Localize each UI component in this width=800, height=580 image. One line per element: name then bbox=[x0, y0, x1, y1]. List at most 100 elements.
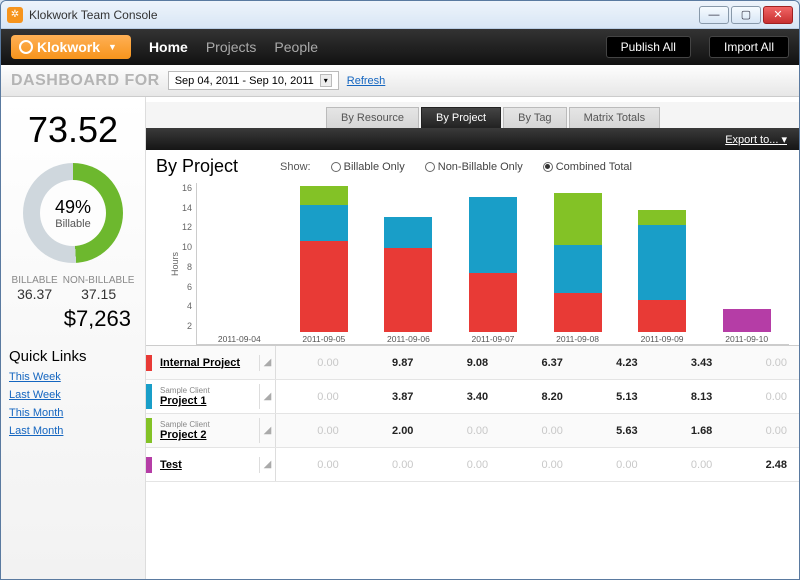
bar-segment bbox=[384, 217, 432, 248]
chevron-down-icon: ▾ bbox=[320, 74, 332, 87]
data-cell: 0.00 bbox=[724, 425, 799, 437]
bar-segment bbox=[469, 197, 517, 273]
expand-icon[interactable]: ◢ bbox=[260, 414, 276, 447]
bar-segment bbox=[469, 273, 517, 332]
table-row: Sample ClientProject 1◢0.003.873.408.205… bbox=[146, 380, 799, 414]
x-label: 2011-09-10 bbox=[725, 334, 768, 344]
total-money: $7,263 bbox=[15, 306, 131, 332]
data-cell: 0.00 bbox=[724, 391, 799, 403]
bar-segment bbox=[638, 225, 686, 300]
chart-subtitle: By Project bbox=[156, 156, 238, 177]
date-range-select[interactable]: Sep 04, 2011 - Sep 10, 2011 ▾ bbox=[168, 71, 339, 90]
titlebar[interactable]: ✲ Klokwork Team Console ― ▢ ✕ bbox=[1, 1, 799, 29]
x-label: 2011-09-07 bbox=[472, 334, 515, 344]
nav-home[interactable]: Home bbox=[149, 39, 188, 55]
project-name[interactable]: Project 2 bbox=[160, 429, 253, 441]
data-cell: 0.00 bbox=[425, 425, 500, 437]
close-button[interactable]: ✕ bbox=[763, 6, 793, 24]
y-axis-label: Hours bbox=[170, 252, 180, 276]
refresh-link[interactable]: Refresh bbox=[347, 75, 386, 87]
main-split: 73.52 49% Billable BILLABLE 36.37 NON-BI… bbox=[1, 97, 799, 579]
tab-by-project[interactable]: By Project bbox=[421, 107, 501, 128]
app-window: ✲ Klokwork Team Console ― ▢ ✕ Klokwork ▼… bbox=[0, 0, 800, 580]
dashboard-bar: DASHBOARD FOR Sep 04, 2011 - Sep 10, 201… bbox=[1, 65, 799, 97]
project-name[interactable]: Project 1 bbox=[160, 395, 253, 407]
bar-segment bbox=[554, 193, 602, 245]
panel-tabs: By Resource By Project By Tag Matrix Tot… bbox=[146, 102, 799, 128]
link-this-week[interactable]: This Week bbox=[9, 371, 137, 383]
y-tick: 12 bbox=[182, 222, 192, 232]
client-label: Sample Client bbox=[160, 386, 253, 395]
link-this-month[interactable]: This Month bbox=[9, 407, 137, 419]
data-cell: 0.00 bbox=[425, 459, 500, 471]
project-name[interactable]: Internal Project bbox=[160, 357, 253, 369]
expand-icon[interactable]: ◢ bbox=[260, 346, 276, 379]
bar-segment bbox=[300, 205, 348, 241]
brand-label: Klokwork bbox=[37, 39, 100, 55]
kpi-billable-value: 36.37 bbox=[12, 286, 58, 302]
data-cell: 9.08 bbox=[425, 357, 500, 369]
x-label: 2011-09-05 bbox=[302, 334, 345, 344]
y-tick: 2 bbox=[182, 321, 192, 331]
data-table: Internal Project◢0.009.879.086.374.233.4… bbox=[146, 345, 799, 482]
row-name-cell[interactable]: Test bbox=[146, 457, 260, 473]
chart-area: Hours 161412108642 2011-09-042011-09-052… bbox=[146, 183, 799, 345]
date-range-text: Sep 04, 2011 - Sep 10, 2011 bbox=[175, 75, 314, 87]
data-cell: 0.00 bbox=[276, 459, 351, 471]
color-swatch bbox=[146, 418, 152, 443]
row-name-cell[interactable]: Internal Project bbox=[146, 355, 260, 371]
data-cell: 0.00 bbox=[500, 425, 575, 437]
data-cell: 3.43 bbox=[650, 357, 725, 369]
color-swatch bbox=[146, 355, 152, 371]
data-cell: 0.00 bbox=[276, 357, 351, 369]
link-last-month[interactable]: Last Month bbox=[9, 425, 137, 437]
app-icon: ✲ bbox=[7, 7, 23, 23]
bar-segment bbox=[300, 186, 348, 205]
chevron-down-icon: ▼ bbox=[108, 42, 117, 52]
kpi-billable: BILLABLE 36.37 bbox=[12, 275, 58, 302]
bar-segment bbox=[638, 300, 686, 332]
nav-projects[interactable]: Projects bbox=[206, 39, 257, 55]
color-swatch bbox=[146, 384, 152, 409]
expand-icon[interactable]: ◢ bbox=[260, 448, 276, 481]
import-all-button[interactable]: Import All bbox=[709, 36, 789, 58]
row-name-cell[interactable]: Sample ClientProject 2 bbox=[146, 418, 260, 443]
publish-all-button[interactable]: Publish All bbox=[606, 36, 691, 58]
data-cell: 0.00 bbox=[500, 459, 575, 471]
tab-by-tag[interactable]: By Tag bbox=[503, 107, 566, 128]
data-cell: 4.23 bbox=[575, 357, 650, 369]
data-cell: 0.00 bbox=[276, 391, 351, 403]
content-area: Time Entry Summary By Resource By Projec… bbox=[146, 97, 799, 579]
table-row: Test◢0.000.000.000.000.000.002.48 bbox=[146, 448, 799, 482]
export-label: Export to... bbox=[725, 134, 778, 146]
chart-header: By Project Show: Billable Only Non-Billa… bbox=[146, 150, 799, 183]
radio-billable-only[interactable]: Billable Only bbox=[331, 161, 405, 173]
bar-chart: 2011-09-042011-09-052011-09-062011-09-07… bbox=[196, 183, 789, 345]
expand-icon[interactable]: ◢ bbox=[260, 380, 276, 413]
nav-people[interactable]: People bbox=[274, 39, 318, 55]
kpi-nonbillable-label: NON-BILLABLE bbox=[63, 275, 135, 286]
y-tick: 4 bbox=[182, 301, 192, 311]
project-name[interactable]: Test bbox=[160, 459, 253, 471]
maximize-button[interactable]: ▢ bbox=[731, 6, 761, 24]
radio-nonbillable-only[interactable]: Non-Billable Only bbox=[425, 161, 523, 173]
data-cell: 5.63 bbox=[575, 425, 650, 437]
bar-column: 2011-09-06 bbox=[381, 184, 435, 344]
x-label: 2011-09-06 bbox=[387, 334, 430, 344]
row-name-cell[interactable]: Sample ClientProject 1 bbox=[146, 384, 260, 409]
link-last-week[interactable]: Last Week bbox=[9, 389, 137, 401]
y-tick: 14 bbox=[182, 203, 192, 213]
data-cell: 8.20 bbox=[500, 391, 575, 403]
tab-by-resource[interactable]: By Resource bbox=[326, 107, 419, 128]
bar-segment bbox=[723, 309, 771, 332]
bar-segment bbox=[554, 245, 602, 292]
data-cell: 1.68 bbox=[650, 425, 725, 437]
minimize-button[interactable]: ― bbox=[699, 6, 729, 24]
kpi-billable-label: BILLABLE bbox=[12, 275, 58, 286]
brand-menu[interactable]: Klokwork ▼ bbox=[11, 35, 131, 59]
bar-segment bbox=[384, 248, 432, 332]
bar-column: 2011-09-05 bbox=[297, 184, 351, 344]
radio-combined-total[interactable]: Combined Total bbox=[543, 161, 632, 173]
tab-matrix-totals[interactable]: Matrix Totals bbox=[569, 107, 661, 128]
export-link[interactable]: Export to... ▾ bbox=[725, 133, 787, 146]
